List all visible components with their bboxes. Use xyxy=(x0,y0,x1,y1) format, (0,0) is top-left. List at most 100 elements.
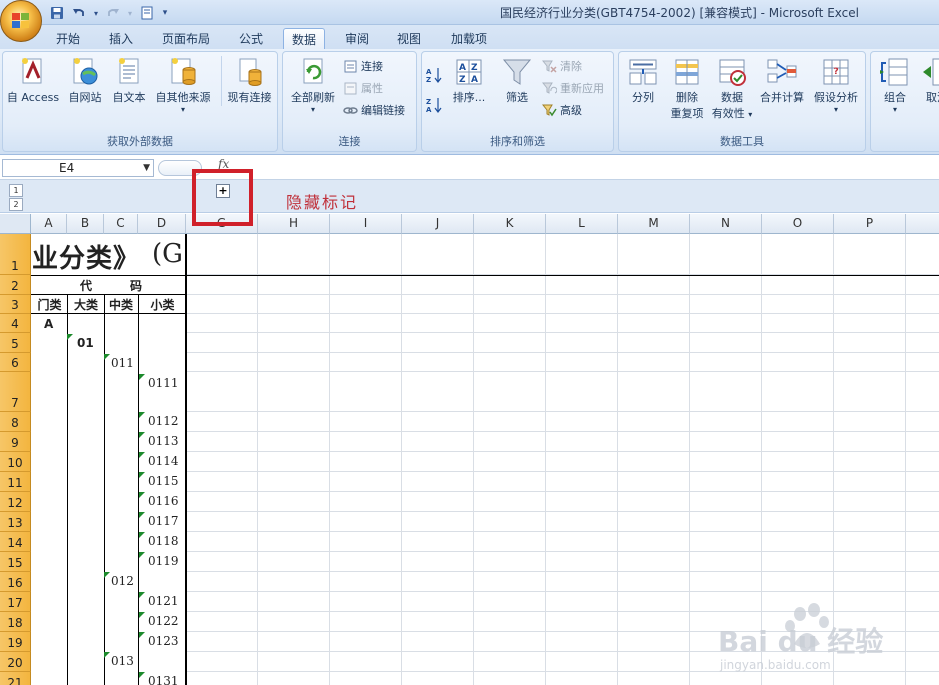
customize-icon[interactable]: ▾ xyxy=(160,4,170,22)
tab-insert[interactable]: 插入 xyxy=(101,28,141,49)
sheet-title-right-cell[interactable]: (G xyxy=(152,239,183,269)
properties-button[interactable]: 属性 xyxy=(343,80,383,96)
code-label-ma[interactable]: 码 xyxy=(130,277,142,294)
column-header-d[interactable]: D xyxy=(138,214,186,234)
tab-home[interactable]: 开始 xyxy=(48,28,88,49)
header-menlei[interactable]: 门类 xyxy=(32,296,67,313)
column-header-partial[interactable] xyxy=(906,214,939,234)
from-access-button[interactable]: 自 Access xyxy=(5,56,61,106)
name-box[interactable]: E4 ▼ xyxy=(2,159,154,177)
column-header-a[interactable]: A xyxy=(31,214,67,234)
tab-formulas[interactable]: 公式 xyxy=(231,28,271,49)
cell-d13[interactable]: 0117 xyxy=(148,514,179,528)
from-other-sources-button[interactable]: 自其他来源 ▾ xyxy=(151,56,215,114)
refresh-all-button[interactable]: 全部刷新 ▾ xyxy=(285,56,341,114)
header-dalei[interactable]: 大类 xyxy=(68,296,104,313)
row-header-16[interactable]: 16 xyxy=(0,572,31,592)
row-header-12[interactable]: 12 xyxy=(0,492,31,512)
tab-add-ins[interactable]: 加载项 xyxy=(443,28,495,49)
row-header-15[interactable]: 15 xyxy=(0,552,31,572)
row-header-9[interactable]: 9 xyxy=(0,432,31,452)
cell-d7[interactable]: 0111 xyxy=(148,376,179,390)
row-header-13[interactable]: 13 xyxy=(0,512,31,532)
cell-d8[interactable]: 0112 xyxy=(148,414,179,428)
column-header-i[interactable]: I xyxy=(330,214,402,234)
chevron-down-icon[interactable]: ▾ xyxy=(92,4,100,22)
cell-d21[interactable]: 0131 xyxy=(148,674,179,685)
existing-connections-button[interactable]: 现有连接 xyxy=(221,56,275,106)
undo-icon[interactable] xyxy=(70,4,88,22)
connections-button[interactable]: 连接 xyxy=(343,58,383,74)
sort-ascending-button[interactable]: AZ xyxy=(426,66,442,84)
row-header-21[interactable]: 21 xyxy=(0,672,31,685)
clear-filter-button[interactable]: 清除 xyxy=(541,58,582,74)
row-header-7[interactable]: 7 xyxy=(0,372,31,412)
header-zhonglei[interactable]: 中类 xyxy=(104,296,138,313)
cell-a4[interactable]: A xyxy=(44,317,53,331)
tab-data[interactable]: 数据 xyxy=(283,28,326,49)
cell-d19[interactable]: 0123 xyxy=(148,634,179,648)
outline-level-2-button[interactable]: 2 xyxy=(9,198,23,211)
edit-links-button[interactable]: 编辑链接 xyxy=(343,102,405,118)
sort-descending-button[interactable]: ZA xyxy=(426,96,442,114)
select-all-corner[interactable] xyxy=(0,214,31,234)
column-header-j[interactable]: J xyxy=(402,214,474,234)
cell-d10[interactable]: 0114 xyxy=(148,454,179,468)
advanced-filter-button[interactable]: 高级 xyxy=(541,102,582,118)
group-button[interactable]: 组合 ▾ xyxy=(875,56,915,114)
cell-d14[interactable]: 0118 xyxy=(148,534,179,548)
row-header-17[interactable]: 17 xyxy=(0,592,31,612)
remove-duplicates-button[interactable]: 删除 重复项 xyxy=(667,56,707,122)
row-header-18[interactable]: 18 xyxy=(0,612,31,632)
cell-c20[interactable]: 013 xyxy=(111,654,134,668)
cell-b5[interactable]: 01 xyxy=(77,336,94,350)
save-icon[interactable] xyxy=(48,4,66,22)
cell-d15[interactable]: 0119 xyxy=(148,554,179,568)
from-text-button[interactable]: 自文本 xyxy=(107,56,151,106)
column-header-p[interactable]: P xyxy=(834,214,906,234)
row-header-4[interactable]: 4 xyxy=(0,314,31,333)
tab-review[interactable]: 审阅 xyxy=(337,28,377,49)
row-header-20[interactable]: 20 xyxy=(0,652,31,672)
what-if-analysis-button[interactable]: ? 假设分析 ▾ xyxy=(809,56,863,114)
cell-d11[interactable]: 0115 xyxy=(148,474,179,488)
column-header-n[interactable]: N xyxy=(690,214,762,234)
cell-d9[interactable]: 0113 xyxy=(148,434,179,448)
text-to-columns-button[interactable]: 分列 xyxy=(623,56,663,106)
row-header-1[interactable]: 1 xyxy=(0,234,31,275)
column-header-h[interactable]: H xyxy=(258,214,330,234)
row-header-6[interactable]: 6 xyxy=(0,353,31,372)
row-header-3[interactable]: 3 xyxy=(0,295,31,314)
tab-page-layout[interactable]: 页面布局 xyxy=(154,28,218,49)
outline-level-1-button[interactable]: 1 xyxy=(9,184,23,197)
cell-d17[interactable]: 0121 xyxy=(148,594,179,608)
code-label-dai[interactable]: 代 xyxy=(80,277,92,294)
column-header-o[interactable]: O xyxy=(762,214,834,234)
redo-icon[interactable] xyxy=(104,4,122,22)
row-header-8[interactable]: 8 xyxy=(0,412,31,432)
row-header-19[interactable]: 19 xyxy=(0,632,31,652)
data-validation-button[interactable]: 数据 有效性 ▾ xyxy=(709,56,755,123)
tab-view[interactable]: 视图 xyxy=(389,28,429,49)
row-header-14[interactable]: 14 xyxy=(0,532,31,552)
row-header-10[interactable]: 10 xyxy=(0,452,31,472)
chevron-down-icon[interactable]: ▾ xyxy=(126,4,134,22)
row-header-11[interactable]: 11 xyxy=(0,472,31,492)
cell-c16[interactable]: 012 xyxy=(111,574,134,588)
column-header-m[interactable]: M xyxy=(618,214,690,234)
cell-d18[interactable]: 0122 xyxy=(148,614,179,628)
ungroup-button[interactable]: 取消 xyxy=(917,56,939,106)
consolidate-button[interactable]: 合并计算 xyxy=(757,56,807,106)
reapply-button[interactable]: 重新应用 xyxy=(541,80,604,96)
chevron-down-icon[interactable]: ▼ xyxy=(143,160,150,176)
row-header-5[interactable]: 5 xyxy=(0,333,31,353)
filter-button[interactable]: 筛选 xyxy=(496,56,538,106)
column-header-b[interactable]: B xyxy=(67,214,104,234)
print-preview-icon[interactable] xyxy=(138,4,156,22)
cell-c6[interactable]: 011 xyxy=(111,356,134,370)
from-web-button[interactable]: 自网站 xyxy=(63,56,107,106)
sort-button[interactable]: AZZA 排序... xyxy=(448,56,490,106)
column-header-k[interactable]: K xyxy=(474,214,546,234)
cell-d12[interactable]: 0116 xyxy=(148,494,179,508)
column-header-l[interactable]: L xyxy=(546,214,618,234)
